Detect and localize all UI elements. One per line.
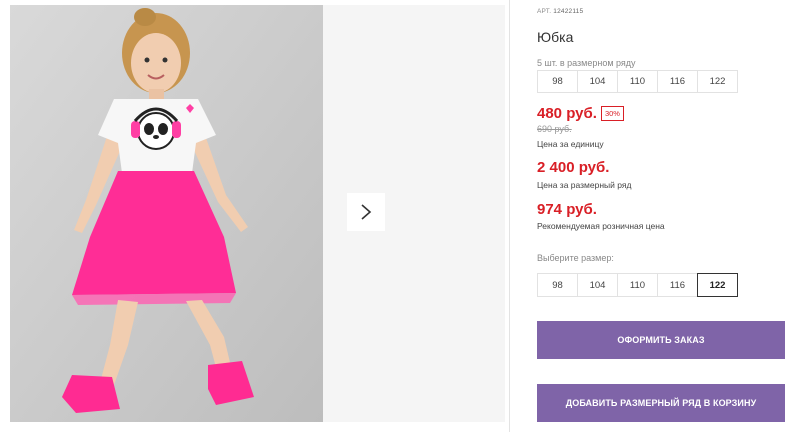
retail-price-label: Рекомендуемая розничная цена	[537, 221, 665, 231]
size-set-list: 98 104 110 116 122	[537, 70, 738, 93]
article-label: АРТ.	[537, 8, 552, 15]
size-set-count-note: 5 шт. в размерном ряду	[537, 58, 636, 68]
chevron-right-icon	[361, 204, 372, 220]
size-selector: 98 104 110 116 122	[537, 273, 738, 297]
size-option-110[interactable]: 110	[617, 273, 658, 297]
product-photo[interactable]	[10, 5, 323, 422]
article-number: АРТ. 12422115	[537, 8, 583, 15]
size-option-104[interactable]: 104	[577, 273, 618, 297]
choose-size-label: Выберите размер:	[537, 253, 614, 263]
product-photo-illustration	[10, 5, 323, 422]
set-price-label: Цена за размерный ряд	[537, 180, 632, 190]
size-set-item: 98	[537, 70, 578, 93]
discount-badge: 30%	[600, 105, 624, 122]
next-image-button[interactable]	[347, 193, 385, 231]
unit-price: 480 руб.	[537, 105, 597, 122]
article-code: 12422115	[553, 8, 584, 15]
add-size-set-to-cart-button[interactable]: ДОБАВИТЬ РАЗМЕРНЫЙ РЯД В КОРЗИНУ	[537, 384, 785, 422]
unit-price-block: 480 руб. 30%	[537, 105, 624, 122]
size-set-item: 110	[617, 70, 658, 93]
size-option-122-selected[interactable]: 122	[697, 273, 738, 297]
column-divider	[509, 0, 510, 432]
set-price: 2 400 руб.	[537, 159, 610, 176]
size-set-item: 122	[697, 70, 738, 93]
size-option-116[interactable]: 116	[657, 273, 698, 297]
retail-price: 974 руб.	[537, 201, 597, 218]
product-title: Юбка	[537, 29, 574, 45]
old-price: 690 руб.	[537, 124, 572, 134]
size-set-item: 116	[657, 70, 698, 93]
product-gallery	[10, 5, 505, 422]
checkout-button[interactable]: ОФОРМИТЬ ЗАКАЗ	[537, 321, 785, 359]
size-set-item: 104	[577, 70, 618, 93]
unit-price-label: Цена за единицу	[537, 139, 604, 149]
size-option-98[interactable]: 98	[537, 273, 578, 297]
